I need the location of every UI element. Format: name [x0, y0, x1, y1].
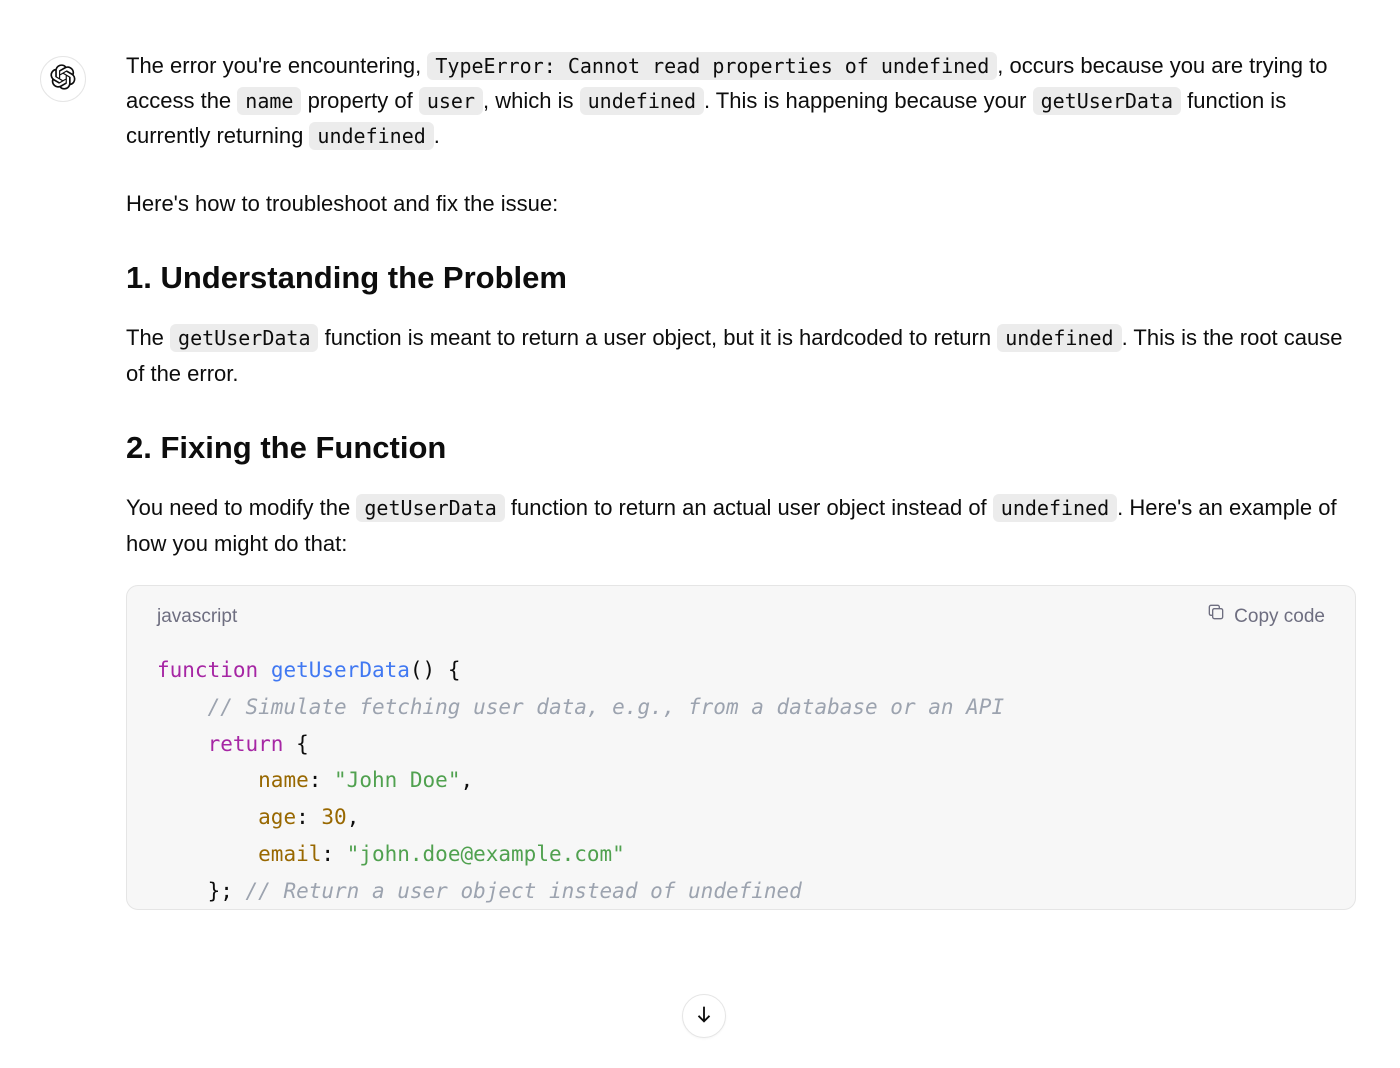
getuserdata-code-3: getUserData [356, 494, 504, 522]
section-2-paragraph: You need to modify the getUserData funct… [126, 490, 1356, 560]
code-language-label: javascript [157, 602, 237, 632]
user-code: user [419, 87, 483, 115]
openai-logo-icon [50, 64, 76, 95]
heading-1: 1. Understanding the Problem [126, 253, 1356, 303]
undefined-code-4: undefined [993, 494, 1117, 522]
error-code: TypeError: Cannot read properties of und… [427, 52, 997, 80]
code-content: function getUserData() { // Simulate fet… [127, 642, 1355, 909]
code-block: javascript Copy code function getUserDat… [126, 585, 1356, 911]
assistant-message: The error you're encountering, TypeError… [126, 48, 1356, 910]
lead-paragraph: Here's how to troubleshoot and fix the i… [126, 186, 1356, 221]
section-1-paragraph: The getUserData function is meant to ret… [126, 320, 1356, 390]
copy-icon [1206, 602, 1226, 632]
getuserdata-code: getUserData [1033, 87, 1181, 115]
scroll-to-bottom-button[interactable] [682, 994, 726, 1038]
copy-code-label: Copy code [1234, 602, 1325, 632]
arrow-down-icon [693, 1003, 715, 1030]
intro-paragraph: The error you're encountering, TypeError… [126, 48, 1356, 154]
heading-2: 2. Fixing the Function [126, 423, 1356, 473]
undefined-code-2: undefined [309, 122, 433, 150]
assistant-avatar [40, 56, 86, 102]
undefined-code: undefined [580, 87, 704, 115]
name-code: name [237, 87, 301, 115]
copy-code-button[interactable]: Copy code [1206, 602, 1325, 632]
undefined-code-3: undefined [997, 324, 1121, 352]
getuserdata-code-2: getUserData [170, 324, 318, 352]
